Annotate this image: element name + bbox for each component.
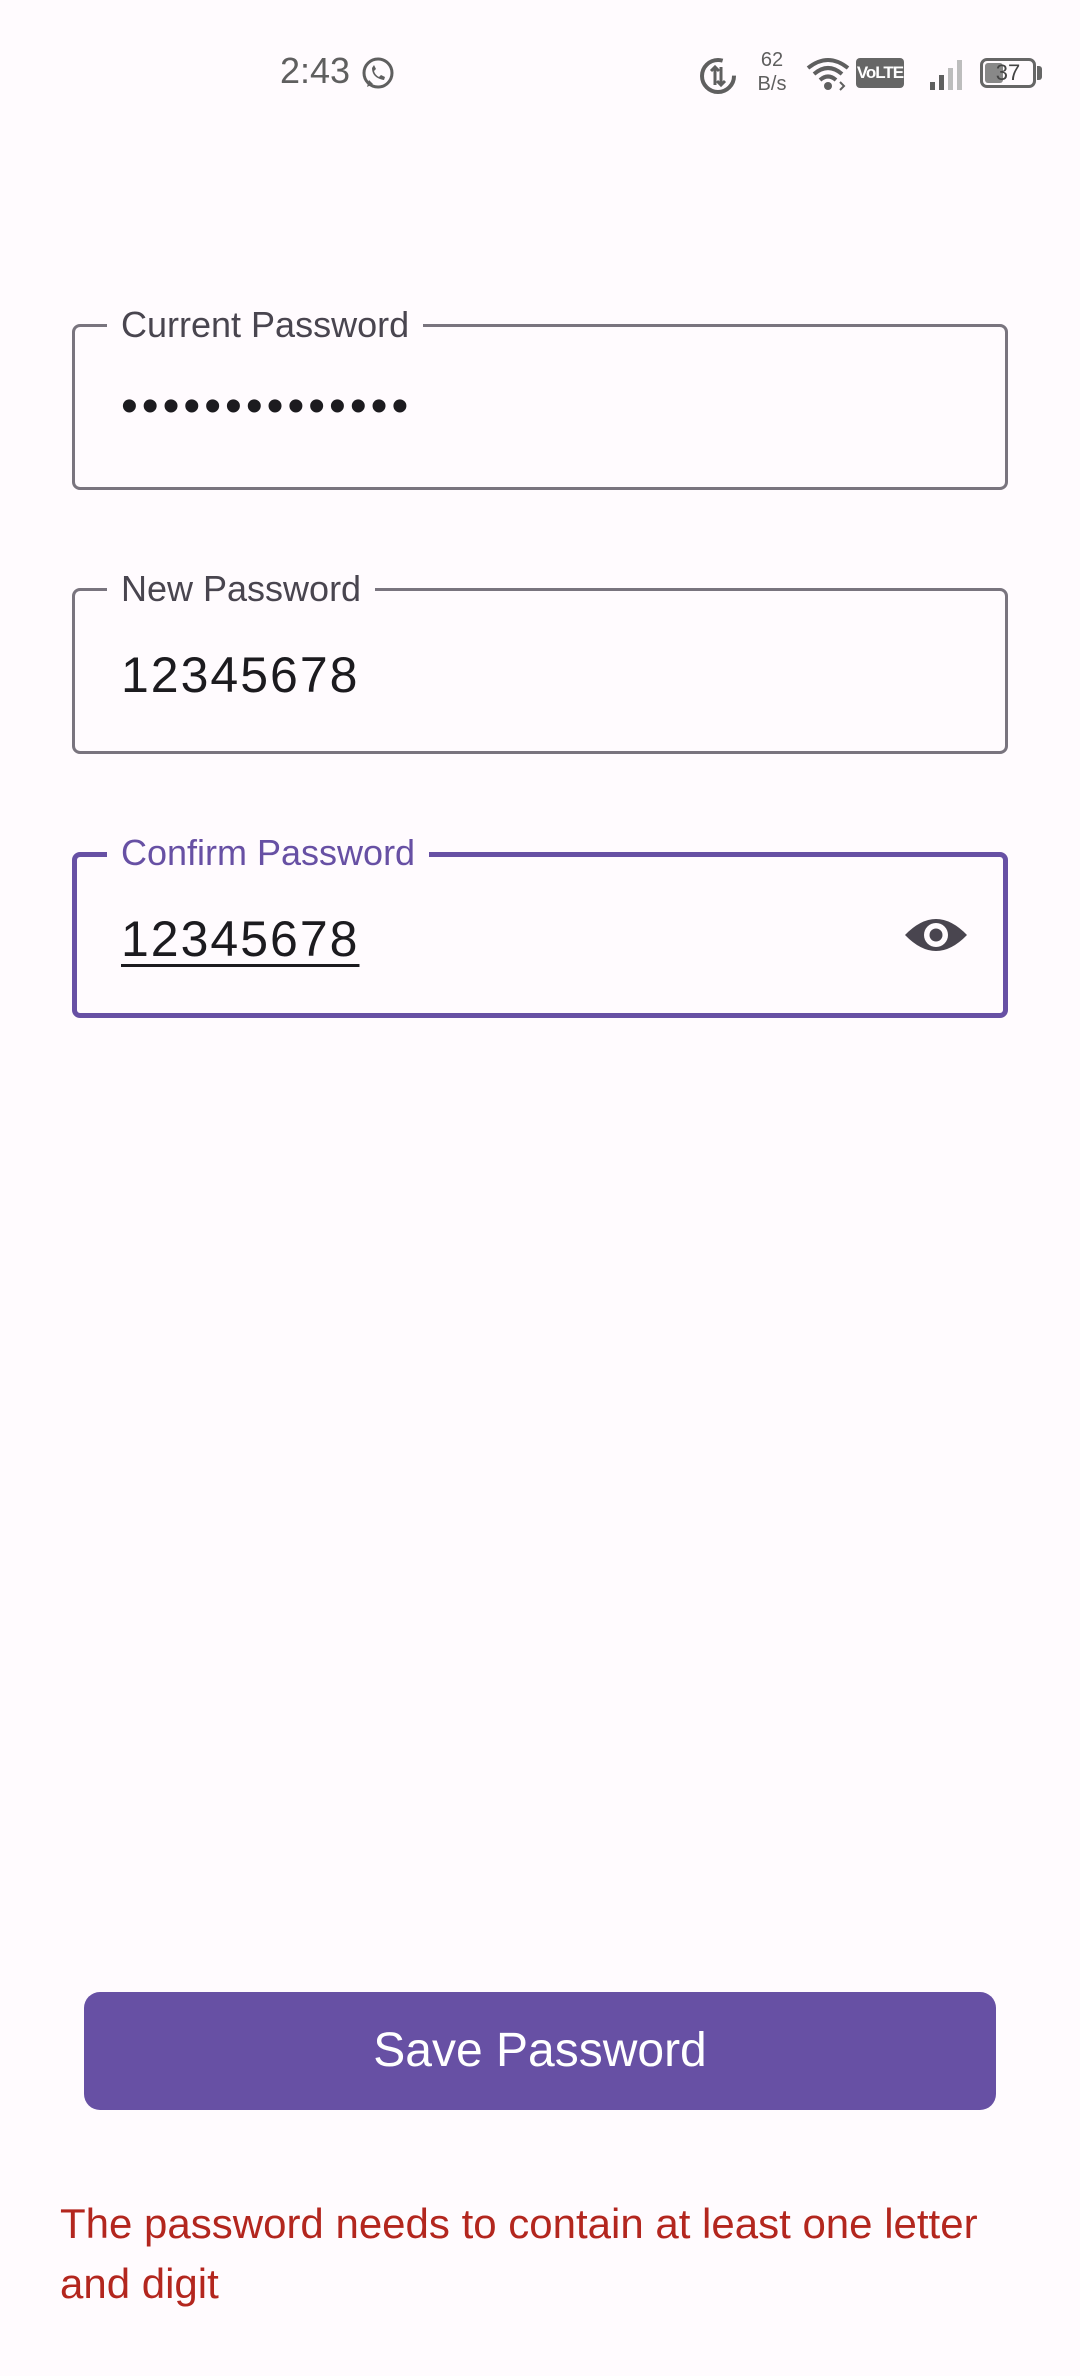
status-time: 2:43 [280,50,351,91]
new-password-value: 12345678 [121,647,360,703]
wifi-icon [806,58,850,91]
net-speed-value: 62 [760,49,784,71]
status-bar: 2:43 62 B/s VoLTE 37 [0,0,1080,140]
net-speed-unit: B/s [757,73,787,95]
current-password-label: Current Password [107,303,424,347]
new-password-field[interactable]: New Password 12345678 [72,567,1008,754]
current-password-value: •••••••••••••• [121,380,413,433]
error-message: The password needs to contain at least o… [60,2200,978,2307]
confirm-password-value: 12345678 [121,911,360,967]
current-password-field[interactable]: Current Password •••••••••••••• [72,303,1008,490]
whatsapp-icon [362,57,394,89]
battery-icon: 37 [980,58,1036,88]
new-password-label: New Password [107,567,376,611]
confirm-password-field[interactable]: Confirm Password 12345678 [72,831,1008,1018]
net-speed: 62 B/s [748,48,796,96]
save-password-button[interactable]: Save Password [84,1992,996,2110]
volte-badge: VoLTE [856,58,904,88]
data-saver-icon [700,58,736,94]
signal-icon [930,60,962,90]
battery-level: 37 [995,60,1021,85]
eye-icon[interactable] [903,909,969,961]
confirm-password-label: Confirm Password [107,831,430,875]
